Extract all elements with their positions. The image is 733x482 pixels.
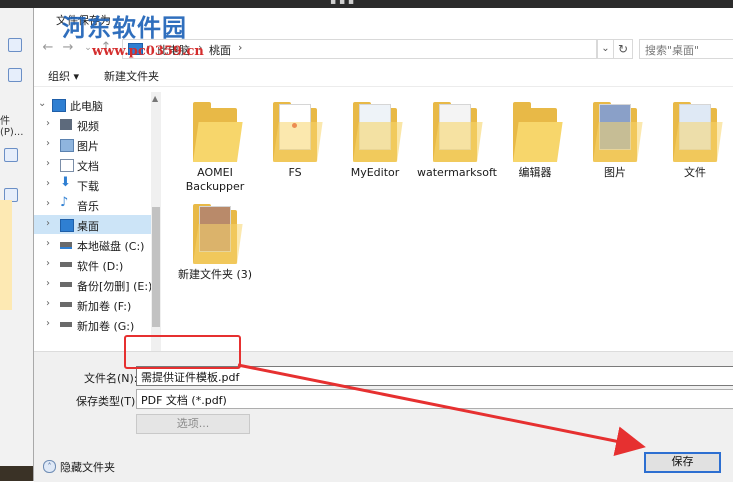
annotation-arrow-line — [237, 363, 646, 456]
annotation-arrow — [237, 363, 646, 456]
